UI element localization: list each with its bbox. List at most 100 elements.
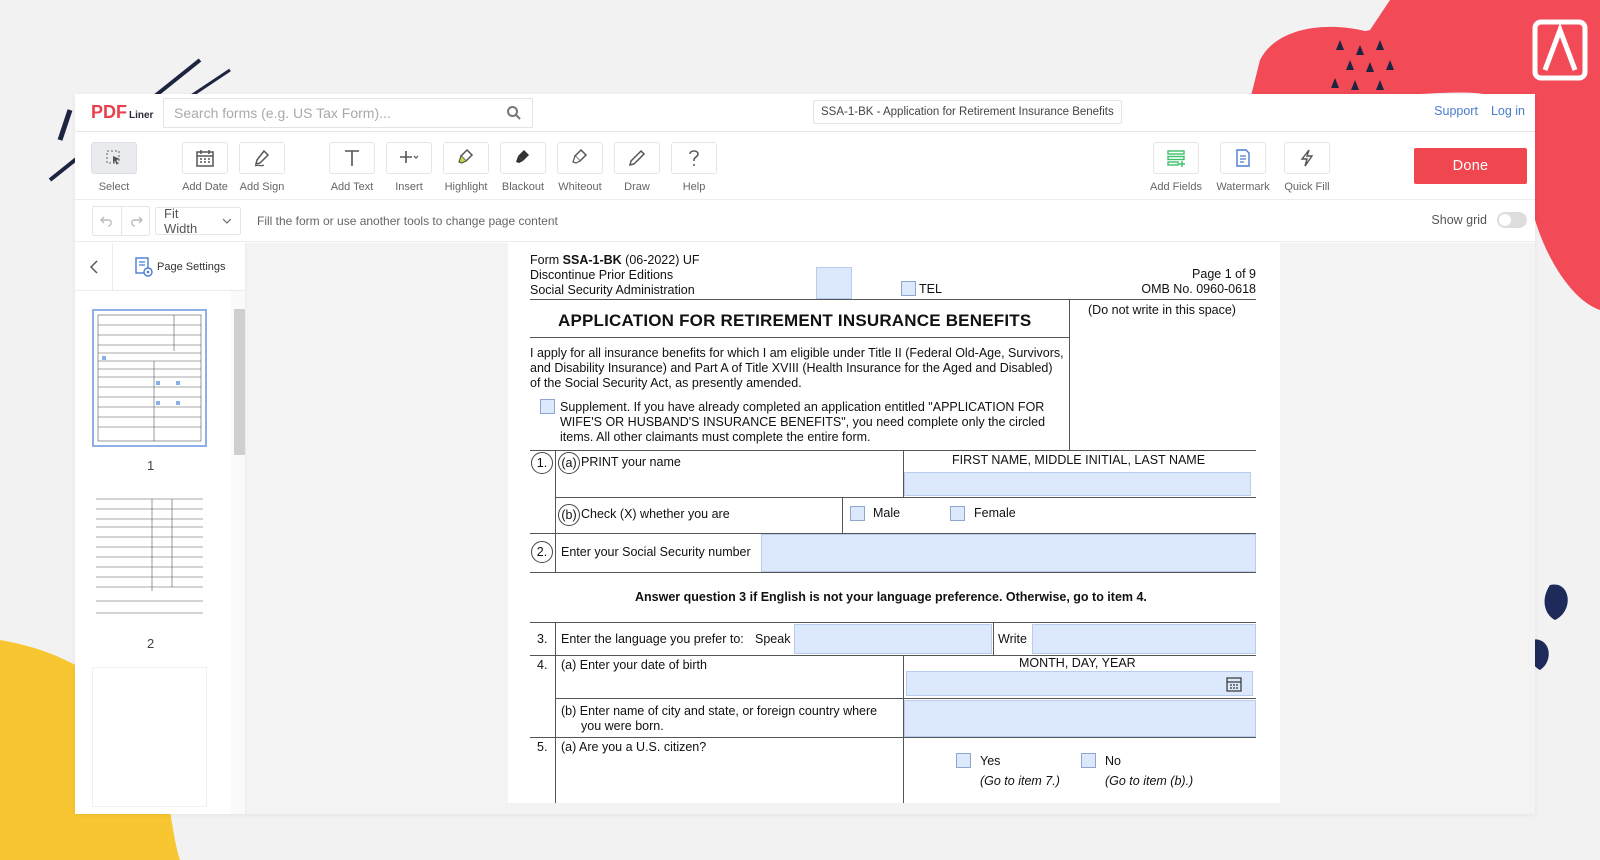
q1a-letter: (a) [558, 452, 580, 474]
show-grid-control: Show grid [1431, 212, 1527, 228]
sidebar-scrollbar[interactable] [231, 291, 245, 814]
speak-label: Speak [755, 632, 791, 646]
tool-highlight-label: Highlight [444, 181, 488, 193]
help-icon [689, 150, 699, 166]
speak-language-field[interactable] [794, 624, 992, 654]
q1-number: 1. [531, 452, 553, 474]
page-thumbnail-1[interactable] [92, 309, 207, 447]
page-settings-button[interactable]: Page Settings [135, 256, 226, 277]
tool-quick-fill[interactable]: Quick Fill [1278, 142, 1336, 193]
tool-add-fields[interactable]: Add Fields [1147, 142, 1205, 193]
tool-quick-fill-label: Quick Fill [1284, 181, 1330, 193]
tool-add-text[interactable]: Add Text [323, 142, 381, 193]
form-id-number: SSA-1-BK [562, 253, 622, 267]
q4a-hint: MONTH, DAY, YEAR [1019, 656, 1136, 670]
sidebar-scrollbar-thumb[interactable] [234, 309, 245, 455]
intro-line-3: of the Social Security Act, as presently… [530, 376, 802, 390]
citizen-no-note: (Go to item (b).) [1105, 774, 1194, 788]
tel-label: TEL [919, 282, 942, 296]
rule-line [555, 698, 1256, 699]
blackout-icon [516, 150, 529, 163]
tool-draw-label: Draw [624, 181, 650, 193]
q4-number: 4. [537, 658, 548, 672]
birth-date-field[interactable] [906, 671, 1253, 696]
tool-insert[interactable]: Insert [380, 142, 438, 193]
name-field[interactable] [904, 472, 1251, 496]
chevron-left-icon [89, 259, 98, 274]
logo-liner-text: Liner [129, 110, 154, 121]
redo-button[interactable] [121, 206, 149, 235]
rule-line [555, 451, 556, 573]
citizen-yes-checkbox[interactable] [956, 753, 971, 768]
sidebar-header: Page Settings [75, 242, 245, 291]
page-number-1: 1 [147, 458, 155, 473]
tool-select[interactable]: Select [85, 142, 143, 193]
show-grid-toggle[interactable] [1497, 212, 1527, 228]
done-button[interactable]: Done [1414, 148, 1527, 184]
form-id-prefix: Form [530, 253, 563, 267]
supplement-checkbox[interactable] [540, 399, 555, 414]
rule-line [530, 737, 1256, 738]
show-grid-label: Show grid [1431, 213, 1487, 227]
page-thumbnail-2-preview [96, 498, 203, 614]
plus-icon [400, 151, 419, 163]
tool-insert-label: Insert [395, 181, 423, 193]
document-title: SSA-1-BK - Application for Retirement In… [813, 100, 1122, 124]
tool-add-date[interactable]: Add Date [176, 142, 234, 193]
tool-add-sign[interactable]: Add Sign [233, 142, 291, 193]
pencil-icon [628, 149, 646, 167]
pdfliner-logo[interactable]: PDF Liner [91, 102, 161, 123]
rule-line [530, 337, 1070, 338]
female-checkbox[interactable] [950, 506, 965, 521]
page-number-2: 2 [147, 636, 155, 651]
page-thumbnail-2[interactable] [92, 491, 207, 625]
page-indicator: Page 1 of 9 [1192, 267, 1256, 281]
q1a-hint: FIRST NAME, MIDDLE INITIAL, LAST NAME [952, 453, 1206, 467]
collapse-sidebar-button[interactable] [75, 242, 113, 291]
write-language-field[interactable] [1032, 624, 1256, 654]
select-cursor-icon [106, 150, 120, 165]
search-icon[interactable] [506, 105, 522, 121]
q2-label: Enter your Social Security number [561, 545, 751, 559]
tool-whiteout[interactable]: Whiteout [551, 142, 609, 193]
pages-sidebar: Page Settings 1 2 [75, 242, 246, 814]
male-checkbox[interactable] [850, 506, 865, 521]
discontinue-note: Discontinue Prior Editions [530, 268, 674, 282]
citizen-no-checkbox[interactable] [1081, 753, 1096, 768]
tool-highlight[interactable]: Highlight [437, 142, 495, 193]
tool-watermark[interactable]: Watermark [1214, 142, 1272, 193]
tool-watermark-label: Watermark [1216, 181, 1270, 193]
office-code-field[interactable] [816, 267, 852, 299]
logo-pdf-text: PDF [91, 102, 127, 122]
form-title: APPLICATION FOR RETIREMENT INSURANCE BEN… [558, 311, 1032, 330]
rule-line [530, 622, 1256, 623]
intro-line-1: I apply for all insurance benefits for w… [530, 346, 1064, 360]
q1b-letter: (b) [558, 504, 580, 526]
add-fields-icon [1167, 150, 1185, 167]
tool-select-label: Select [98, 181, 130, 193]
q3-number: 3. [537, 632, 548, 646]
q4b-line-1: (b) Enter name of city and state, or for… [561, 704, 878, 718]
rule-line [530, 450, 1256, 451]
document-page: Form SSA-1-BK (06-2022) UF Discontinue P… [508, 243, 1280, 803]
search-input[interactable] [174, 104, 506, 121]
ssn-field[interactable] [761, 534, 1256, 572]
birthplace-field[interactable] [904, 700, 1256, 737]
tool-add-date-label: Add Date [182, 181, 228, 193]
q4b-line-2: you were born. [581, 719, 664, 733]
tool-draw[interactable]: Draw [608, 142, 666, 193]
support-link[interactable]: Support [1434, 104, 1478, 118]
login-link[interactable]: Log in [1491, 104, 1525, 118]
page-thumbnail-3[interactable] [92, 667, 207, 807]
undo-button[interactable] [93, 207, 121, 235]
tool-help[interactable]: Help [665, 142, 723, 193]
tool-blackout[interactable]: Blackout [494, 142, 552, 193]
zoom-select[interactable]: Fit Width [155, 205, 241, 236]
tel-checkbox[interactable] [901, 281, 916, 296]
chevron-down-icon [222, 218, 232, 224]
rule-line [1069, 299, 1070, 451]
q5a-label: (a) Are you a U.S. citizen? [561, 740, 707, 754]
zoom-select-value: Fit Width [164, 205, 198, 236]
calendar-icon[interactable] [1226, 676, 1242, 692]
text-icon [345, 150, 359, 166]
